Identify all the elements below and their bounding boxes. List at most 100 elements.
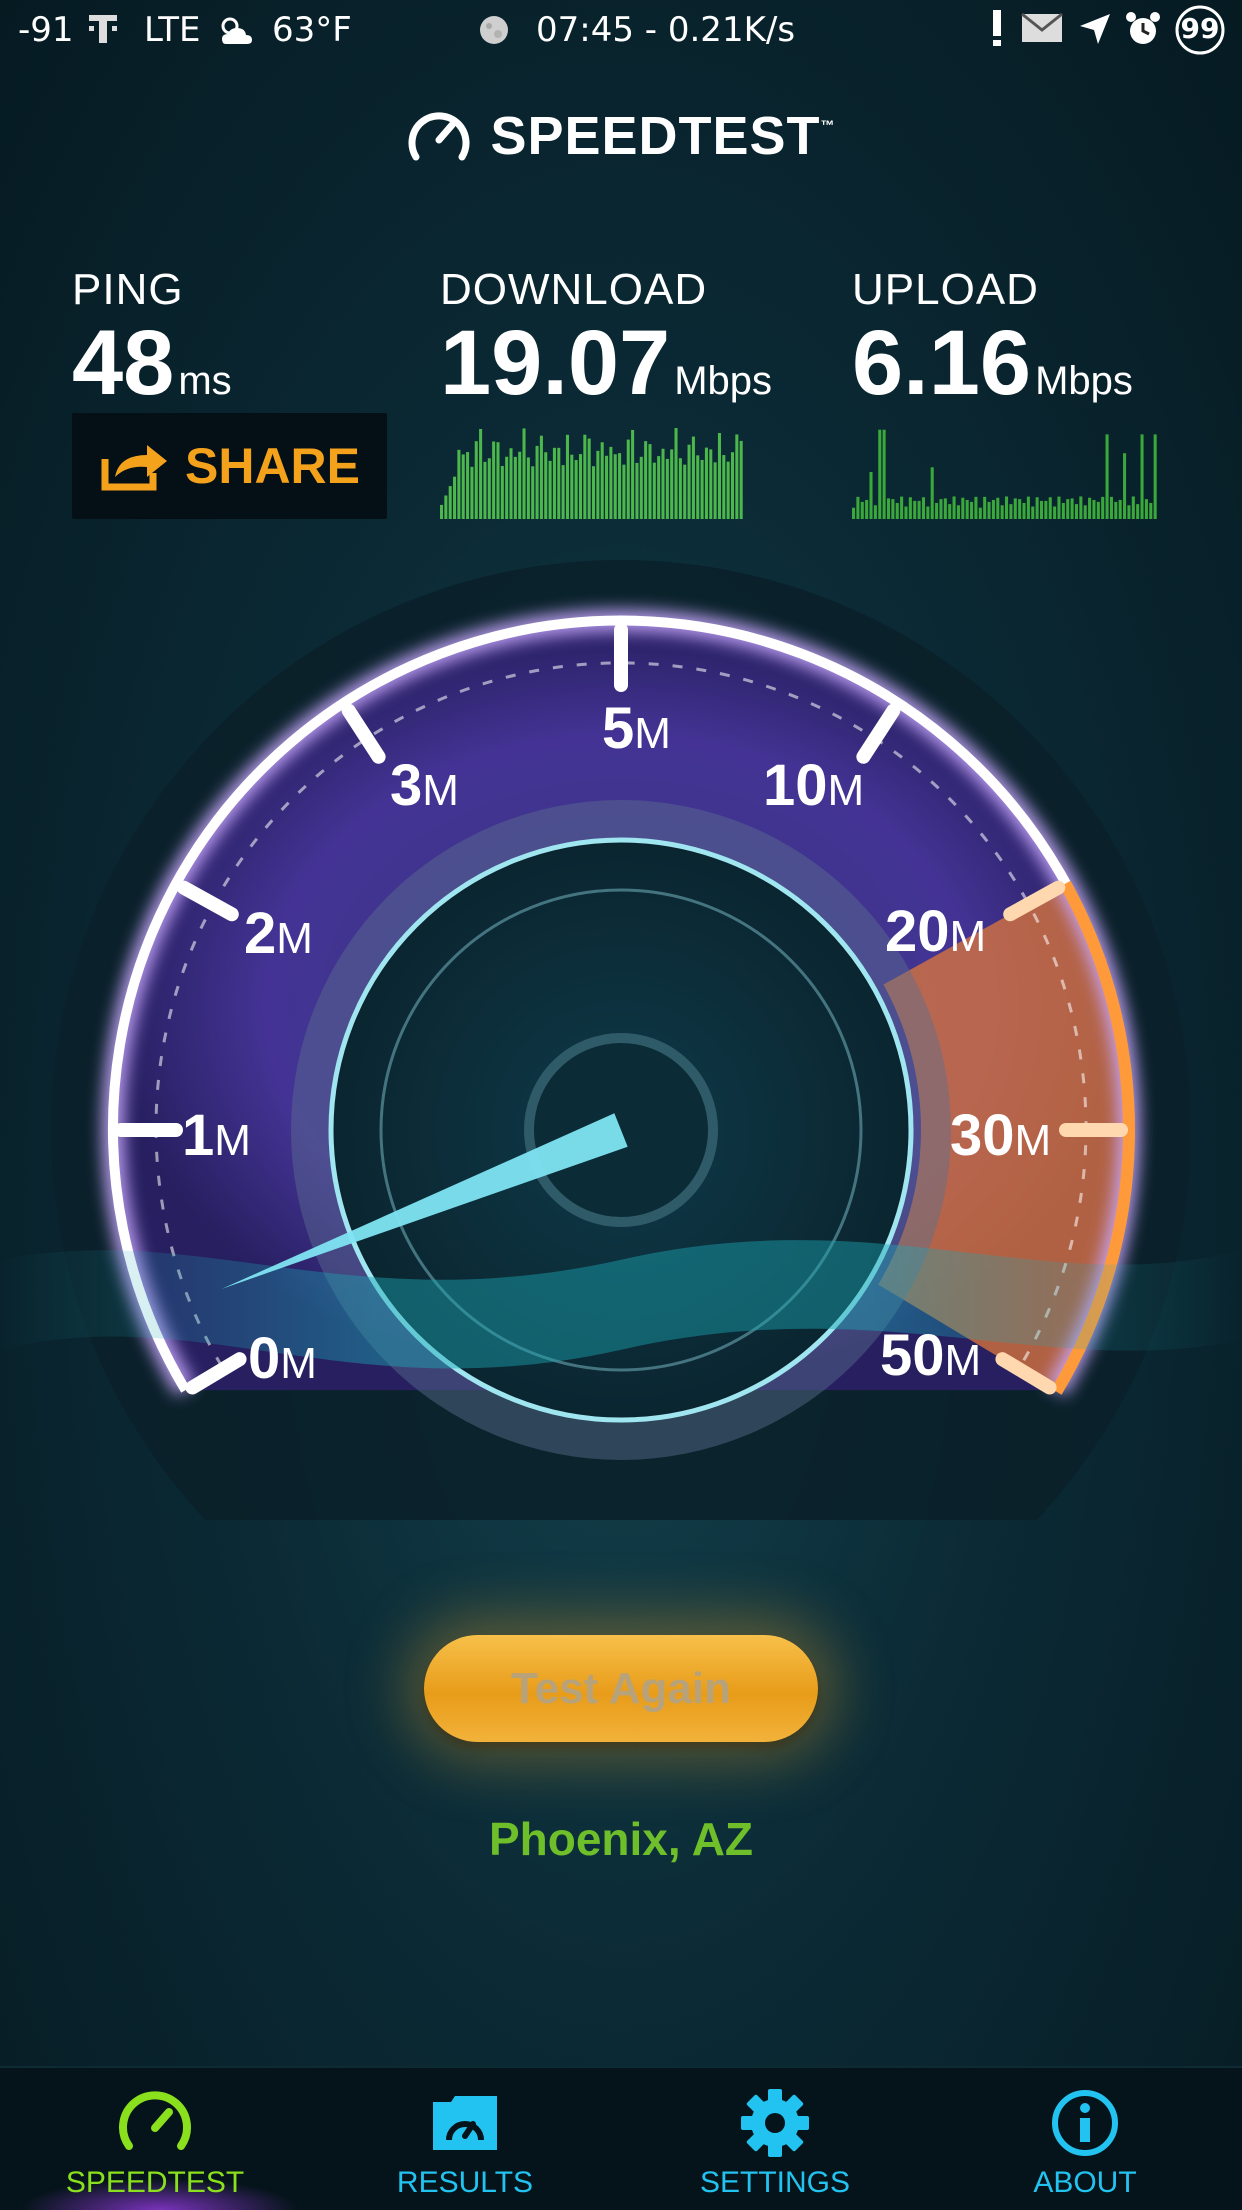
nav-speedtest[interactable]: SPEEDTEST: [0, 2068, 310, 2210]
graph-bar: [631, 429, 635, 519]
download-label: DOWNLOAD: [440, 265, 708, 314]
test-again-button[interactable]: Test Again: [424, 1635, 818, 1742]
graph-bar: [886, 498, 891, 519]
graph-bar: [544, 452, 548, 519]
tick-label-20m: 20M: [885, 899, 987, 964]
graph-bar: [639, 456, 643, 519]
graph-bar: [895, 502, 899, 519]
graph-bar: [952, 496, 956, 519]
alert-icon: [990, 8, 1004, 57]
app-header: SPEEDTEST™: [0, 105, 1242, 175]
graph-bar: [943, 498, 947, 519]
graph-bar: [548, 460, 552, 519]
graph-bar: [1127, 505, 1131, 519]
network-type: LTE: [144, 10, 201, 50]
graph-bar: [713, 462, 717, 519]
graph-bar: [1039, 500, 1044, 519]
graph-bar: [635, 462, 639, 519]
share-button[interactable]: SHARE: [72, 413, 387, 519]
graph-bar: [587, 438, 591, 519]
graph-bar: [1000, 505, 1004, 519]
graph-bar: [1053, 506, 1057, 519]
graph-bar: [605, 455, 609, 519]
graph-bar: [518, 451, 522, 519]
graph-bar: [609, 446, 613, 519]
graph-bar: [1114, 501, 1118, 519]
graph-bar: [1105, 434, 1109, 519]
upload-stat: UPLOAD 6.16 Mbps: [852, 265, 1133, 409]
share-icon: [101, 445, 167, 491]
graph-bar: [1048, 497, 1052, 519]
graph-bar: [644, 441, 648, 519]
graph-bar: [1009, 504, 1013, 519]
graph-bar: [1109, 496, 1113, 519]
nav-settings-label: SETTINGS: [699, 2166, 850, 2199]
partly-cloudy-icon: [216, 14, 258, 57]
tick-label-5m: 5M: [602, 696, 671, 761]
download-value: 19.07: [440, 312, 671, 414]
graph-bar: [709, 449, 713, 519]
download-graph: [440, 427, 743, 519]
graph-bar: [496, 442, 500, 519]
ping-stat: PING 48 ms: [72, 265, 232, 409]
graph-bar: [1131, 496, 1135, 519]
graph-bar: [926, 506, 930, 519]
upload-graph: [852, 429, 1157, 519]
graph-bar: [704, 447, 708, 519]
graph-bar: [474, 441, 478, 519]
graph-bar: [913, 500, 917, 519]
ping-label: PING: [72, 265, 184, 314]
tmobile-icon: [86, 12, 120, 55]
tick-label-3m: 3M: [390, 753, 459, 818]
graph-bar: [739, 440, 743, 519]
signal-strength: -91: [18, 10, 74, 50]
graph-bar: [539, 435, 543, 519]
graph-bar: [691, 436, 695, 519]
time-and-speed: 07:45 - 0.21K/s: [536, 10, 796, 50]
graph-bar: [652, 462, 656, 519]
graph-bar: [461, 454, 465, 519]
graph-bar: [500, 465, 504, 519]
nav-speedtest-label: SPEEDTEST: [65, 2166, 245, 2199]
graph-bar: [696, 455, 700, 519]
graph-bar: [1074, 504, 1079, 519]
gear-icon: [741, 2089, 809, 2157]
graph-bar: [1031, 506, 1035, 519]
graph-bar: [1136, 504, 1140, 519]
graph-bar: [865, 499, 869, 519]
tick-label-10m: 10M: [763, 753, 865, 818]
location-arrow-icon: [1078, 12, 1112, 55]
graph-bar: [1088, 497, 1092, 519]
nav-results[interactable]: RESULTS: [310, 2068, 620, 2210]
graph-bar: [509, 448, 513, 519]
graph-bar: [470, 466, 474, 519]
brand-title: SPEEDTEST™: [490, 106, 836, 166]
graph-bar: [1035, 497, 1039, 519]
graph-bar: [917, 500, 921, 519]
graph-bar: [1018, 499, 1022, 519]
graph-bar: [1144, 499, 1148, 519]
graph-bar: [935, 502, 939, 519]
results-icon: [433, 2096, 497, 2150]
graph-bar: [683, 464, 687, 519]
info-icon: [1052, 2090, 1118, 2156]
graph-bar: [453, 476, 457, 519]
nav-results-label: RESULTS: [396, 2166, 534, 2199]
graph-bar: [1061, 502, 1065, 519]
graph-bar: [900, 496, 904, 519]
graph-bar: [873, 505, 877, 519]
battery-level: 99: [1180, 12, 1220, 45]
graph-bar: [674, 427, 678, 519]
graph-bar: [665, 458, 669, 519]
upload-label: UPLOAD: [852, 265, 1039, 314]
graph-bar: [600, 442, 604, 519]
graph-bar: [730, 452, 735, 519]
nav-about[interactable]: ABOUT: [930, 2068, 1240, 2210]
server-location[interactable]: Phoenix, AZ: [0, 1812, 1242, 1866]
nav-settings[interactable]: SETTINGS: [620, 2068, 930, 2210]
alarm-icon: [1124, 10, 1162, 57]
graph-bar: [565, 434, 569, 519]
ping-value: 48: [72, 312, 175, 414]
download-stat: DOWNLOAD 19.07 Mbps: [440, 265, 772, 409]
graph-bar: [987, 501, 991, 519]
